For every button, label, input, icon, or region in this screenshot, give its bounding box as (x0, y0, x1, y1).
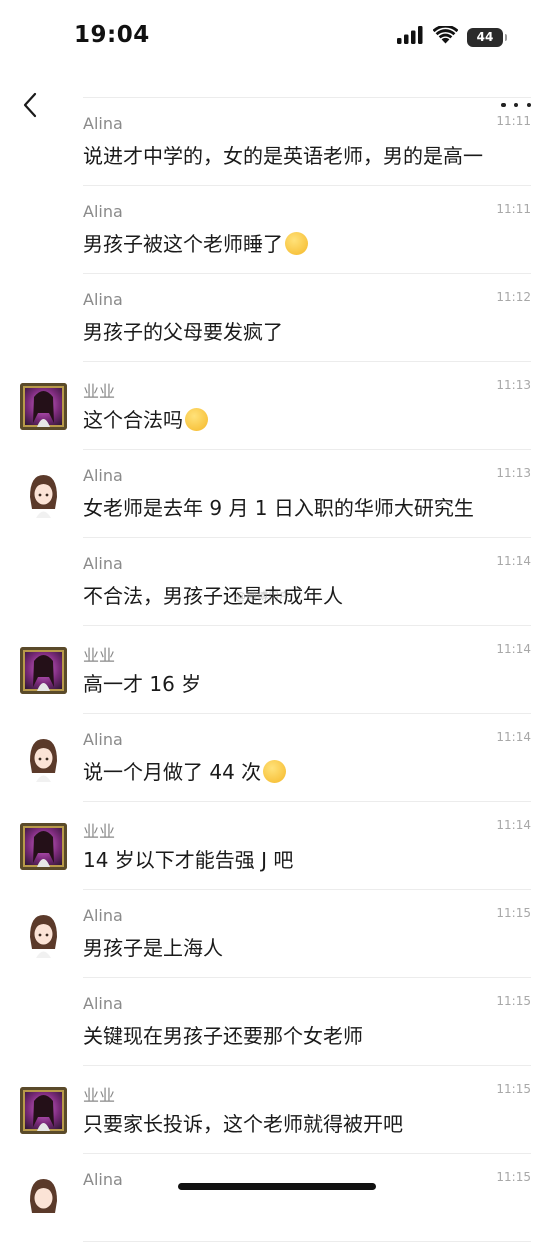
message-item[interactable]: Alina 11:13 女老师是去年 9 月 1 日入职的华师大研究生 (0, 450, 553, 538)
watermark: @微博用户 (235, 590, 290, 603)
status-bar: 19:04 44 (0, 0, 553, 74)
message-text: 14 岁以下才能告强 J 吧 (83, 848, 294, 872)
message-text: 说进才中学的，女的是英语老师，男的是高一 (83, 144, 483, 168)
message-item[interactable]: Alina 11:12 男孩子的父母要发疯了 (0, 274, 553, 362)
avatar-yeye[interactable] (20, 823, 67, 870)
sender-name: 业业 (83, 646, 116, 665)
avatar-yeye[interactable] (20, 647, 67, 694)
message-time: 11:13 (496, 466, 531, 480)
message-time: 11:11 (496, 202, 531, 216)
avatar-yeye[interactable] (20, 1087, 67, 1134)
message-item[interactable]: 业业 11:14 高一才 16 岁 (0, 626, 553, 714)
message-time: 11:15 (496, 906, 531, 920)
sender-name: Alina (83, 554, 123, 573)
battery-icon: 44 (467, 27, 507, 47)
message-time: 11:14 (496, 730, 531, 744)
message-item[interactable]: 业业 11:14 14 岁以下才能告强 J 吧 (0, 802, 553, 890)
crying-laughing-emoji-icon (285, 232, 308, 255)
status-time: 19:04 (74, 22, 150, 48)
message-time: 11:14 (496, 642, 531, 656)
message-time: 11:15 (496, 994, 531, 1008)
sender-name: Alina (83, 114, 123, 133)
message-text-row: 这个合法吗 (83, 404, 208, 433)
sender-name: 业业 (83, 822, 116, 841)
message-text: 高一才 16 岁 (83, 672, 202, 696)
message-time: 11:13 (496, 378, 531, 392)
sender-name: 业业 (83, 382, 116, 401)
battery-level: 44 (476, 30, 494, 44)
message-text: 只要家长投诉，这个老师就得被开吧 (83, 1112, 403, 1136)
message-time: 11:11 (496, 114, 531, 128)
cellular-signal-icon (397, 26, 424, 48)
avatar-alina[interactable] (20, 471, 67, 518)
message-item[interactable]: Alina 11:14 不合法，男孩子还是未成年人 (0, 538, 553, 626)
avatar-alina[interactable] (20, 1175, 67, 1222)
message-item[interactable]: Alina 11:11 男孩子被这个老师睡了 (0, 186, 553, 274)
message-text: 说一个月做了 44 次 (83, 760, 262, 784)
sender-name: Alina (83, 730, 123, 749)
message-item[interactable]: 业业 11:13 这个合法吗 (0, 362, 553, 450)
message-time: 11:14 (496, 818, 531, 832)
message-list[interactable]: Alina 11:11 说进才中学的，女的是英语老师，男的是高一 Alina 1… (0, 98, 553, 1242)
avatar-yeye[interactable] (20, 383, 67, 430)
sender-name: Alina (83, 906, 123, 925)
message-item[interactable]: Alina 11:15 (0, 1154, 553, 1242)
message-time: 11:15 (496, 1082, 531, 1096)
sender-name: Alina (83, 202, 123, 221)
avatar-alina[interactable] (20, 911, 67, 958)
message-item[interactable]: Alina 11:15 男孩子是上海人 (0, 890, 553, 978)
wifi-icon (432, 24, 459, 48)
home-indicator[interactable] (178, 1183, 376, 1190)
message-item[interactable]: Alina 11:11 说进才中学的，女的是英语老师，男的是高一 (0, 98, 553, 186)
message-text-row: 说一个月做了 44 次 (83, 756, 287, 785)
message-text: 男孩子是上海人 (83, 936, 223, 960)
message-item[interactable]: 业业 11:15 只要家长投诉，这个老师就得被开吧 (0, 1066, 553, 1154)
sender-name: Alina (83, 466, 123, 485)
sweat-smile-emoji-icon (185, 408, 208, 431)
message-time: 11:14 (496, 554, 531, 568)
message-text: 男孩子被这个老师睡了 (83, 232, 283, 256)
sender-name: Alina (83, 1170, 123, 1189)
avatar-alina[interactable] (20, 735, 67, 782)
message-text: 男孩子的父母要发疯了 (83, 320, 283, 344)
message-text: 女老师是去年 9 月 1 日入职的华师大研究生 (83, 496, 474, 520)
thinking-emoji-icon (263, 760, 287, 783)
sender-name: 业业 (83, 1086, 116, 1105)
message-text: 关键现在男孩子还要那个女老师 (83, 1024, 363, 1048)
message-time: 11:12 (496, 290, 531, 304)
status-icons: 44 (397, 24, 507, 48)
message-item[interactable]: Alina 11:14 说一个月做了 44 次 (0, 714, 553, 802)
message-text: 这个合法吗 (83, 408, 183, 432)
message-text-row: 男孩子被这个老师睡了 (83, 228, 308, 257)
message-item[interactable]: Alina 11:15 关键现在男孩子还要那个女老师 (0, 978, 553, 1066)
sender-name: Alina (83, 290, 123, 309)
message-time: 11:15 (496, 1170, 531, 1184)
sender-name: Alina (83, 994, 123, 1013)
message-text: 不合法，男孩子还是未成年人 (83, 584, 343, 608)
